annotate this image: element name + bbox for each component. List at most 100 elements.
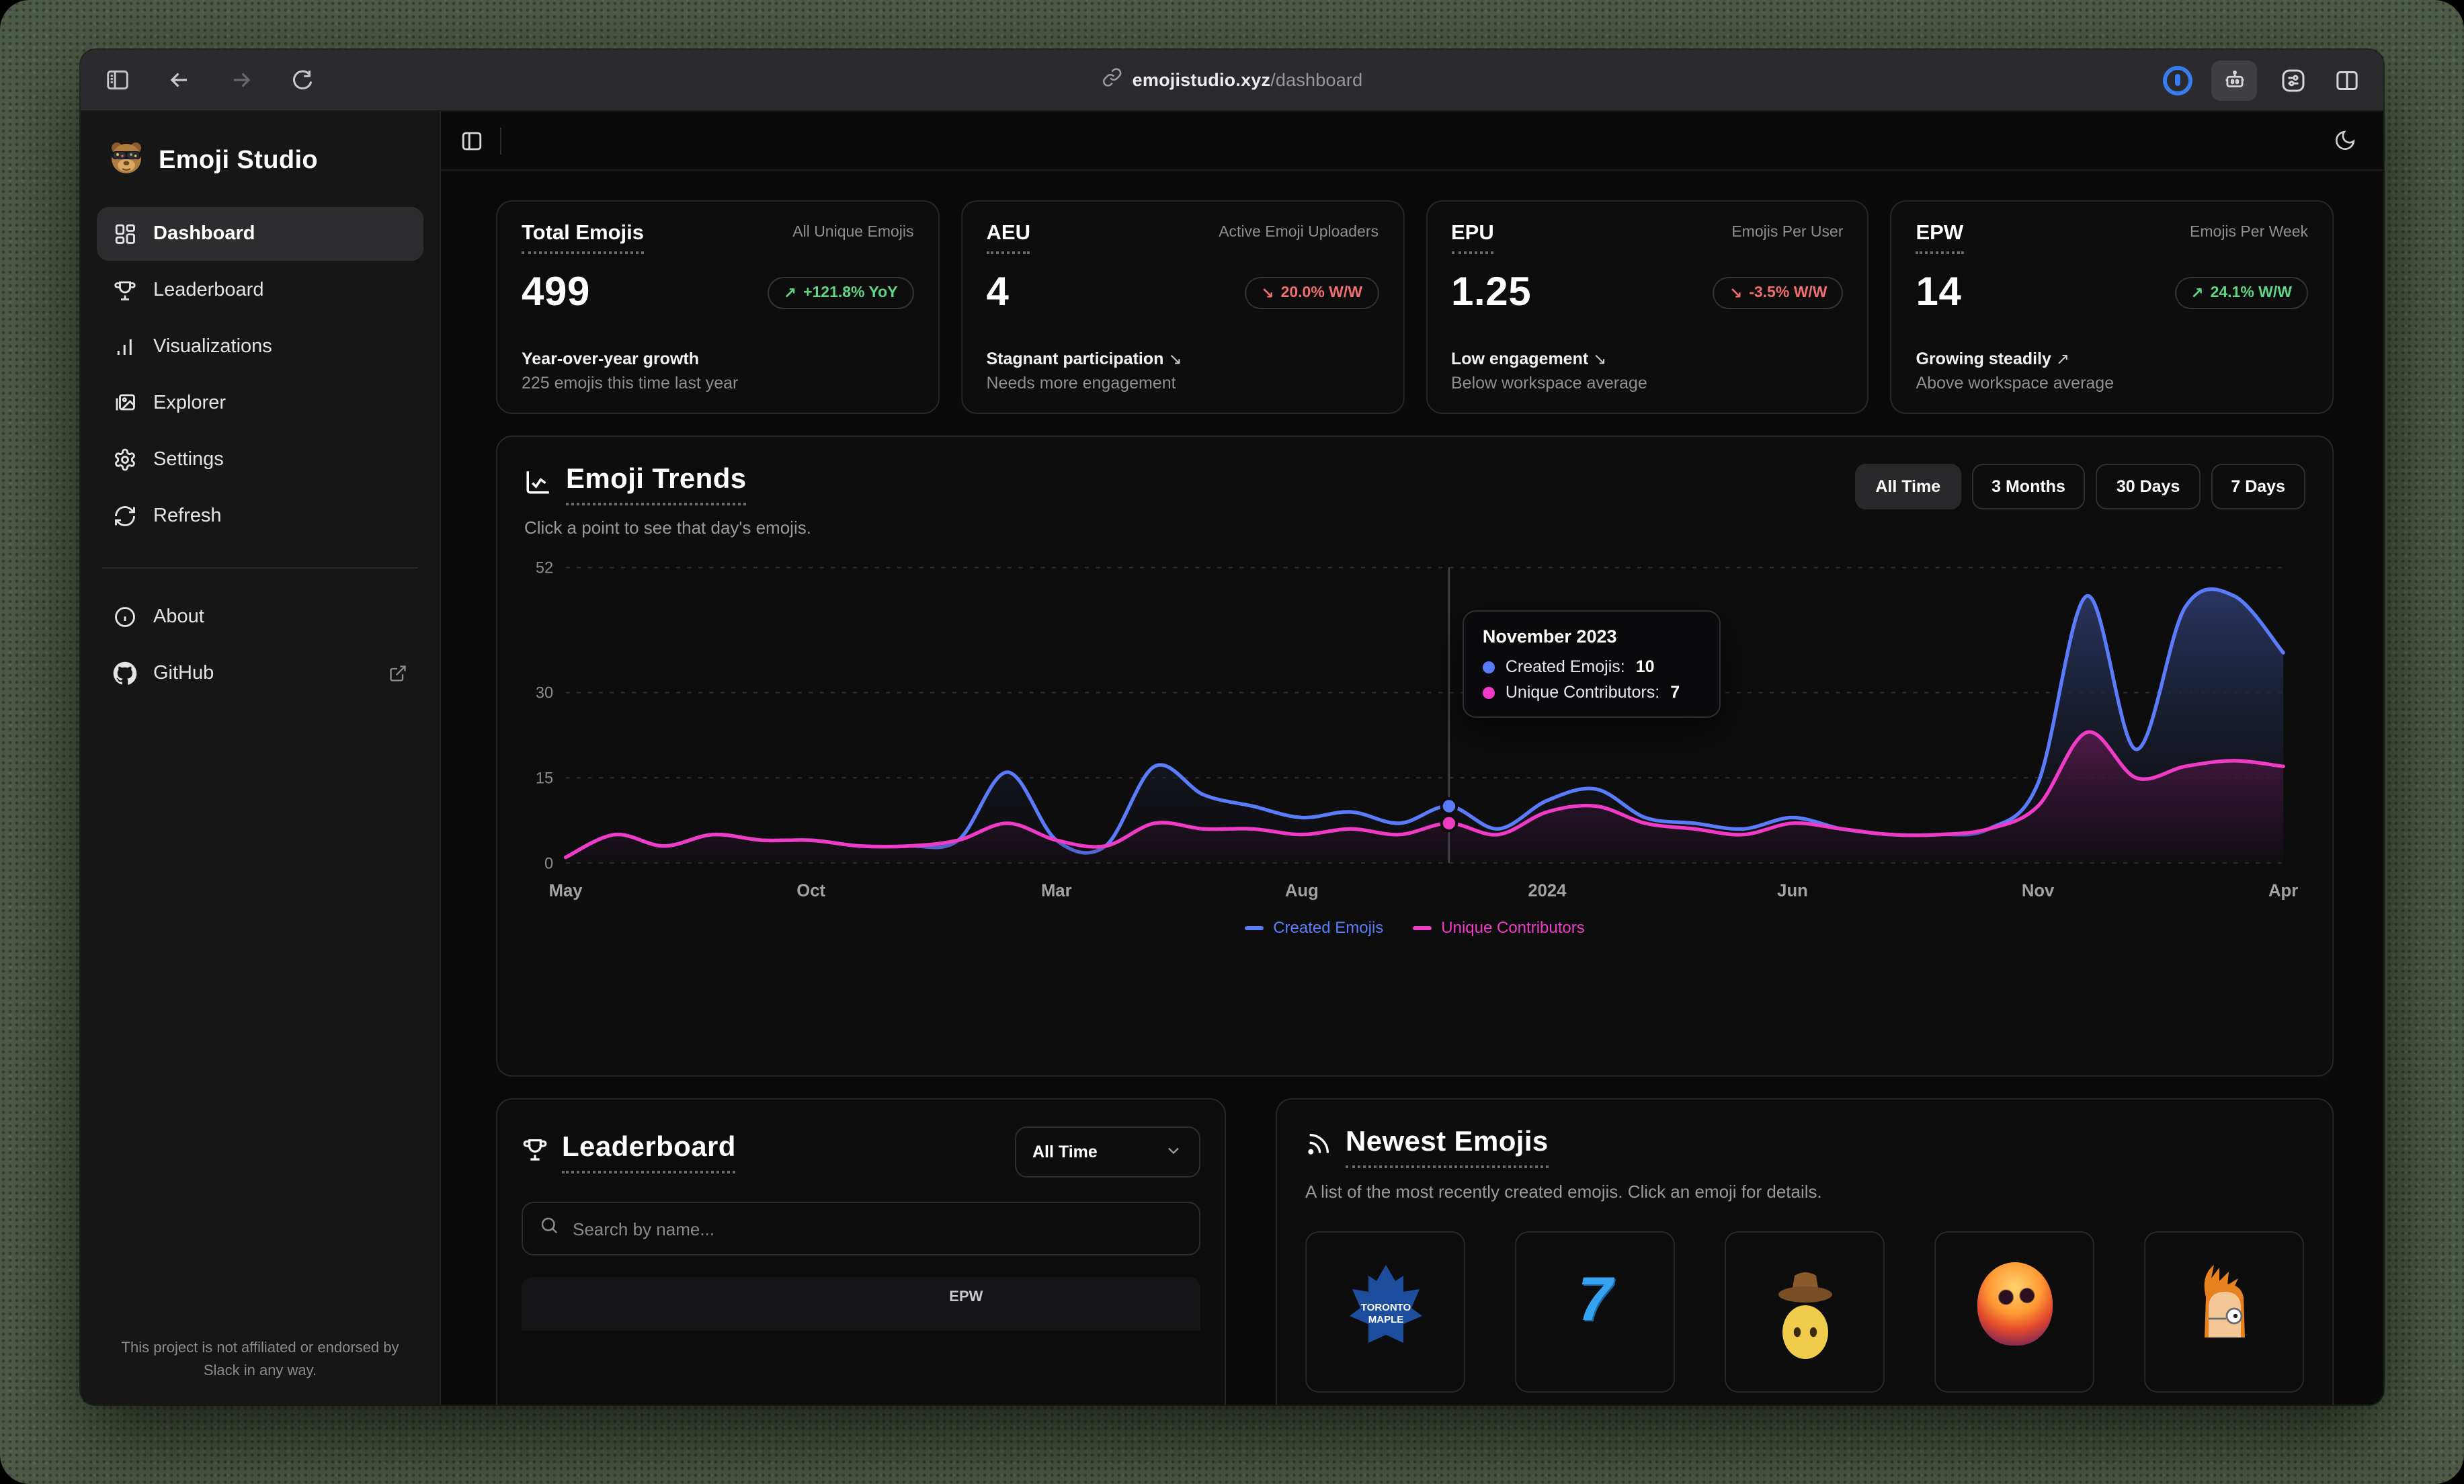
sidebar-item-settings[interactable]: Settings (97, 433, 423, 487)
range-button-3-months[interactable]: 3 Months (1971, 464, 2086, 509)
chart-subtitle: Click a point to see that day's emojis. (524, 518, 811, 538)
trophy-icon (522, 1135, 548, 1169)
trend-badge: ↗+121.8% YoY (768, 277, 914, 309)
stat-subtitle: All Unique Emojis (792, 222, 913, 241)
created-emojis-dot (1483, 661, 1495, 673)
emoji-trends-card: Emoji Trends Click a point to see that d… (496, 436, 2334, 1077)
newest-emoji-row: TORONTO MAPLE 7 (1305, 1231, 2304, 1393)
sidebar: Emoji Studio Dashboard Leaderboard Visua… (81, 112, 441, 1405)
stat-subtitle: Emojis Per User (1731, 222, 1843, 241)
reload-button[interactable] (285, 63, 320, 97)
chevron-down-icon (1164, 1141, 1183, 1163)
sidebar-item-label: Dashboard (153, 223, 255, 245)
sidebar-item-dashboard[interactable]: Dashboard (97, 207, 423, 261)
gear-icon (113, 448, 137, 472)
stat-caption: Stagnant participation (987, 349, 1164, 368)
stat-value: 4 (987, 270, 1010, 316)
leaderboard-title: Leaderboard (562, 1131, 736, 1173)
sidebar-toggle-icon[interactable] (99, 63, 134, 97)
stat-card-total-emojis: Total Emojis All Unique Emojis 499 ↗+121… (496, 200, 940, 414)
leaderboard-table-header: EPW (522, 1277, 1200, 1331)
emoji-tile-blue-seven[interactable]: 7 (1515, 1231, 1675, 1393)
refresh-icon (113, 504, 137, 528)
fry-art (2186, 1262, 2262, 1359)
legend-dash-created (1245, 925, 1264, 930)
chart-tooltip: November 2023 Created Emojis:10 Unique C… (1463, 610, 1721, 718)
svg-text:TORONTO: TORONTO (1360, 1302, 1411, 1313)
tooltip-value: 10 (1636, 657, 1655, 676)
trend-mini-icon: ↗ (2056, 349, 2069, 368)
stat-footnote: 225 emojis this time last year (522, 374, 914, 393)
svg-text:0: 0 (544, 855, 553, 872)
trend-badge: ↗24.1% W/W (2174, 277, 2308, 309)
stat-card-aeu: AEU Active Emoji Uploaders 4 ↘20.0% W/W … (961, 200, 1405, 414)
split-view-icon[interactable] (2330, 63, 2365, 97)
collapse-sidebar-icon[interactable] (460, 128, 484, 153)
maple-leaf-logo: TORONTO MAPLE (1344, 1262, 1427, 1356)
trend-plot[interactable]: 0153052MayOctMarAug2024JunNovApr Novembe… (524, 556, 2305, 913)
sidebar-item-explorer[interactable]: Explorer (97, 376, 423, 430)
emoji-tile-toronto-maple-leafs[interactable]: TORONTO MAPLE (1305, 1231, 1465, 1393)
newest-emojis-subtitle: A list of the most recently created emoj… (1305, 1182, 2304, 1202)
chart-title: Emoji Trends (566, 464, 747, 505)
newest-emojis-title: Newest Emojis (1346, 1126, 1549, 1168)
leaderboard-time-select[interactable]: All Time (1015, 1126, 1200, 1178)
stat-title: Total Emojis (522, 222, 644, 254)
emoji-tile-fry[interactable] (2144, 1231, 2304, 1393)
svg-text:MAPLE: MAPLE (1368, 1314, 1403, 1325)
emoji-tile-cowboy[interactable] (1725, 1231, 1885, 1393)
svg-text:Mar: Mar (1041, 881, 1072, 900)
forward-button[interactable] (223, 63, 258, 97)
stat-footnote: Below workspace average (1451, 374, 1844, 393)
image-icon (113, 391, 137, 415)
stat-subtitle: Active Emoji Uploaders (1219, 222, 1379, 241)
back-button[interactable] (161, 63, 196, 97)
sidebar-disclaimer: This project is not affiliated or endors… (97, 1337, 423, 1383)
trend-mini-icon: ↘ (1168, 349, 1182, 368)
time-range-group: All Time 3 Months 30 Days 7 Days (1855, 464, 2305, 509)
sidebar-item-refresh[interactable]: Refresh (97, 489, 423, 543)
stat-card-epw: EPW Emojis Per Week 14 ↗24.1% W/W Growin… (1891, 200, 2334, 414)
link-icon (1102, 67, 1122, 93)
stats-row: Total Emojis All Unique Emojis 499 ↗+121… (496, 200, 2334, 414)
info-icon (113, 605, 137, 629)
stat-title: EPU (1451, 222, 1494, 254)
sidebar-item-label: Refresh (153, 505, 222, 527)
url-path: /dashboard (1270, 70, 1362, 90)
bar-chart-icon (113, 335, 137, 359)
sidebar-item-visualizations[interactable]: Visualizations (97, 320, 423, 374)
stat-footnote: Above workspace average (1916, 374, 2309, 393)
leaderboard-search[interactable] (522, 1202, 1200, 1255)
range-button-all-time[interactable]: All Time (1855, 464, 1961, 509)
onepassword-icon[interactable] (2163, 65, 2192, 95)
content-header (441, 112, 2383, 171)
browser-titlebar: emojistudio.xyz/dashboard (81, 50, 2383, 112)
sidebar-item-github[interactable]: GitHub (97, 647, 423, 700)
stat-caption: Low engagement (1451, 349, 1588, 368)
stat-title: EPW (1916, 222, 1964, 254)
range-button-30-days[interactable]: 30 Days (2096, 464, 2201, 509)
robot-extension-icon[interactable] (2211, 60, 2257, 100)
external-link-icon (388, 664, 407, 683)
unique-contributors-dot (1483, 686, 1495, 698)
stat-value: 14 (1916, 270, 1962, 316)
emoji-tile-fire-face[interactable] (1934, 1231, 2094, 1393)
search-input[interactable] (573, 1219, 1183, 1239)
app-logo-bear-icon (108, 138, 145, 183)
url-host: emojistudio.xyz (1133, 70, 1271, 90)
sidebar-item-label: Settings (153, 449, 224, 470)
tooltip-label: Created Emojis: (1506, 657, 1625, 676)
address-bar[interactable]: emojistudio.xyz/dashboard (1102, 67, 1363, 93)
newest-emojis-card: Newest Emojis A list of the most recentl… (1276, 1098, 2334, 1405)
line-chart-icon (524, 467, 552, 502)
search-icon (539, 1215, 559, 1242)
sidebar-divider (102, 567, 418, 569)
trend-chart-svg[interactable]: 0153052MayOctMarAug2024JunNovApr (524, 556, 2305, 913)
stat-caption: Year-over-year growth (522, 349, 699, 368)
extensions-settings-icon[interactable] (2276, 63, 2311, 97)
dark-mode-moon-icon[interactable] (2334, 129, 2356, 152)
legend-label: Created Emojis (1273, 918, 1383, 937)
sidebar-item-about[interactable]: About (97, 590, 423, 644)
range-button-7-days[interactable]: 7 Days (2211, 464, 2305, 509)
sidebar-item-leaderboard[interactable]: Leaderboard (97, 263, 423, 317)
